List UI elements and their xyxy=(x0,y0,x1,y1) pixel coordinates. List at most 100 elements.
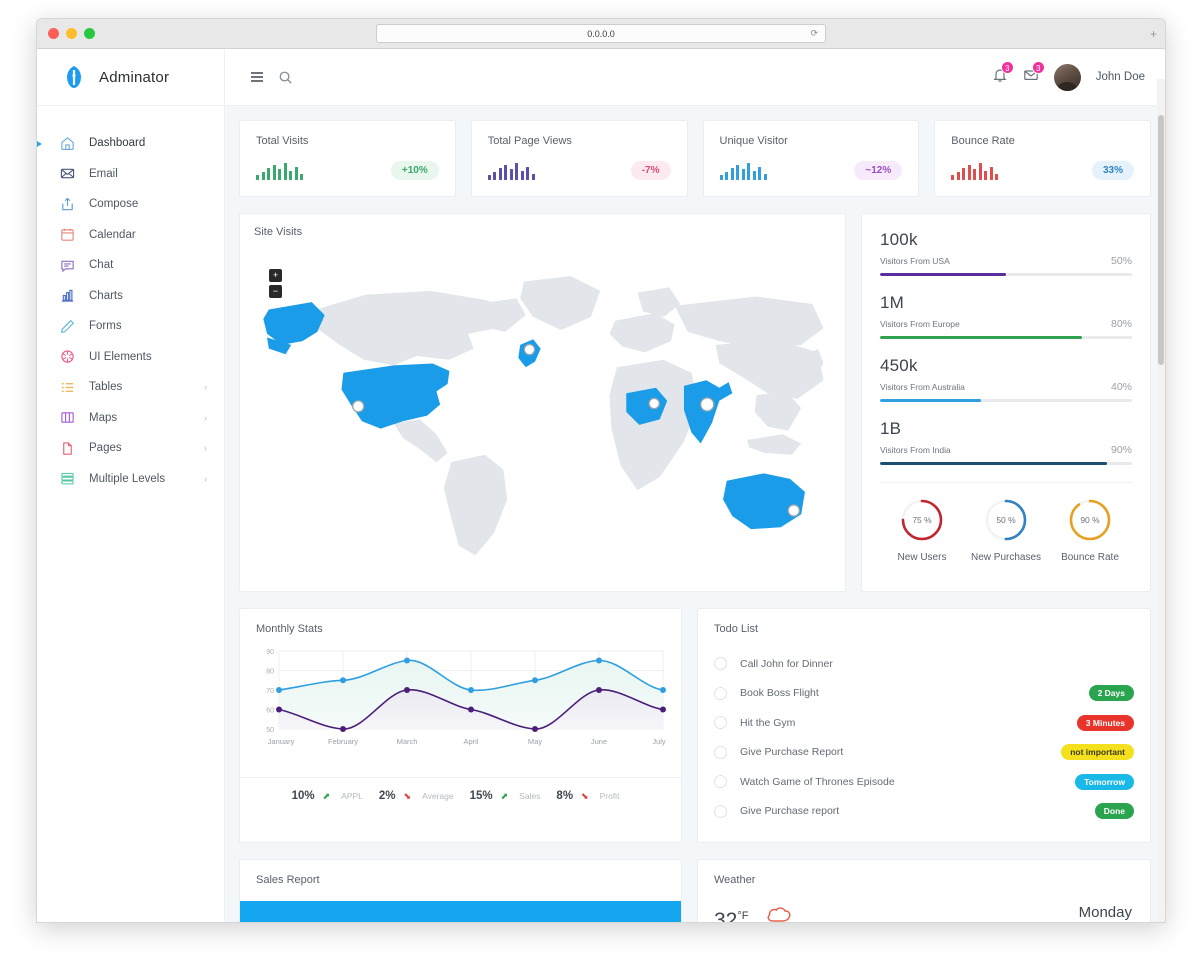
sidebar-item-multiple-levels[interactable]: Multiple Levels › xyxy=(37,464,224,495)
stat-card-pill: -7% xyxy=(630,161,671,180)
weather-card: Weather 32°F Monday xyxy=(697,859,1151,922)
close-window-button[interactable] xyxy=(48,28,59,39)
svg-text:June: June xyxy=(591,737,607,746)
sidebar-item-email[interactable]: Email xyxy=(37,159,224,190)
donut-charts-row: 75 % New Users 50 % New Purchases 90 % B… xyxy=(880,482,1132,563)
sidebar-item-maps[interactable]: Maps › xyxy=(37,403,224,434)
todo-checkbox[interactable] xyxy=(714,745,727,759)
list-item[interactable]: Give Purchase Report not important xyxy=(714,738,1134,768)
topbar: 3 3 John Doe xyxy=(225,49,1165,106)
todo-list-title: Todo List xyxy=(714,623,759,635)
chart-footer-label: Profit xyxy=(599,791,620,801)
donut-label: New Purchases xyxy=(970,552,1042,563)
pencil-icon xyxy=(59,318,75,334)
visitor-progress-fill xyxy=(880,273,1006,276)
list-item[interactable]: Watch Game of Thrones Episode Tomorrow xyxy=(714,767,1134,797)
svg-text:50: 50 xyxy=(266,727,274,734)
chevron-right-icon: › xyxy=(204,382,207,393)
home-icon xyxy=(59,135,75,151)
stat-card-unique-visitor: Unique Visitor ~12% xyxy=(702,120,920,197)
svg-text:January: January xyxy=(268,737,295,746)
todo-checkbox[interactable] xyxy=(714,686,727,700)
donut-label: New Users xyxy=(897,552,947,563)
monthly-stats-title: Monthly Stats xyxy=(256,623,323,635)
status-badge: 3 Minutes xyxy=(1076,714,1134,731)
map-zoom-in-button[interactable]: + xyxy=(269,269,282,282)
sidebar-item-label: Pages xyxy=(89,442,122,455)
sidebar-item-calendar[interactable]: Calendar xyxy=(37,220,224,251)
sidebar: Adminator Dashboard Email Compose Calend… xyxy=(37,49,225,922)
page-scrollbar-thumb[interactable] xyxy=(1158,115,1164,365)
world-map[interactable]: + − xyxy=(254,244,831,577)
sidebar-item-label: Email xyxy=(89,167,118,180)
site-visits-card: Site Visits + − xyxy=(239,213,846,592)
visitor-progress-fill xyxy=(880,462,1107,465)
todo-checkbox[interactable] xyxy=(714,716,727,730)
share-icon xyxy=(59,196,75,212)
window-traffic-lights[interactable] xyxy=(48,28,95,39)
chevron-right-icon: › xyxy=(204,412,207,423)
messages-button[interactable]: 3 xyxy=(1023,60,1045,88)
list-item[interactable]: Book Boss Flight 2 Days xyxy=(714,679,1134,709)
sidebar-item-forms[interactable]: Forms xyxy=(37,311,224,342)
todo-checkbox[interactable] xyxy=(714,657,727,671)
stat-card-bounce-rate: Bounce Rate 33% xyxy=(934,120,1151,197)
todo-checkbox[interactable] xyxy=(714,804,727,818)
visitor-progress-track xyxy=(880,336,1132,339)
sidebar-item-dashboard[interactable]: Dashboard xyxy=(37,128,224,159)
stat-card-title: Total Page Views xyxy=(487,135,572,147)
svg-text:60: 60 xyxy=(266,708,274,715)
sidebar-item-charts[interactable]: Charts xyxy=(37,281,224,312)
map-zoom-controls[interactable]: + − xyxy=(269,269,282,301)
notifications-button[interactable]: 3 xyxy=(992,60,1014,88)
visitor-progress-fill xyxy=(880,336,1082,339)
username-label: John Doe xyxy=(1095,71,1145,83)
stat-card-title: Total Visits xyxy=(256,135,309,147)
levels-icon xyxy=(59,471,75,487)
todo-checkbox[interactable] xyxy=(714,775,727,789)
monthly-stats-card: Monthly Stats 90 80 70 60 50 January Feb… xyxy=(239,608,682,843)
main-column: 3 3 John Doe Total Visits +10% Total Pag… xyxy=(225,49,1165,922)
map-zoom-out-button[interactable]: − xyxy=(269,285,282,298)
svg-text:February: February xyxy=(328,737,358,746)
new-tab-icon[interactable]: + xyxy=(1150,27,1157,41)
page-scrollbar-track[interactable] xyxy=(1157,79,1165,922)
sidebar-item-pages[interactable]: Pages › xyxy=(37,433,224,464)
sales-report-title: Sales Report xyxy=(256,874,320,886)
minimize-window-button[interactable] xyxy=(66,28,77,39)
visitor-percent: 40% xyxy=(1110,381,1132,393)
status-badge: Tomorrow xyxy=(1075,773,1134,790)
dashboard-content: Total Visits +10% Total Page Views -7% U… xyxy=(225,106,1165,922)
site-visits-row: Site Visits + − 100k Visitors From USA 5… xyxy=(239,213,1151,592)
list-item[interactable]: Give Purchase report Done xyxy=(714,797,1134,827)
chart-footer-label: Sales xyxy=(519,791,541,801)
sidebar-item-ui-elements[interactable]: UI Elements xyxy=(37,342,224,373)
svg-text:May: May xyxy=(528,737,542,746)
chart-footer-label: Average xyxy=(422,791,454,801)
arrow-up-icon: ⬈ xyxy=(322,790,331,801)
address-bar[interactable]: 0.0.0.0 ⟳ xyxy=(376,24,826,43)
search-icon[interactable] xyxy=(271,63,299,91)
adminator-logo-icon xyxy=(61,64,87,90)
visitor-value: 1B xyxy=(880,419,902,438)
sidebar-item-tables[interactable]: Tables › xyxy=(37,372,224,403)
sidebar-item-chat[interactable]: Chat xyxy=(37,250,224,281)
sparkline-chart xyxy=(719,162,767,180)
sales-report-banner: November 2017 Sales Report $6,000 xyxy=(240,901,681,922)
todo-text: Call John for Dinner xyxy=(740,657,833,670)
todo-text: Watch Game of Thrones Episode xyxy=(740,775,895,788)
donut-chart: 50 % xyxy=(983,497,1029,543)
visitor-progress-track xyxy=(880,462,1132,465)
maximize-window-button[interactable] xyxy=(84,28,95,39)
sidebar-item-label: Compose xyxy=(89,198,139,211)
avatar[interactable] xyxy=(1053,63,1081,91)
brand[interactable]: Adminator xyxy=(37,49,224,106)
stat-card-pill: ~12% xyxy=(854,161,903,180)
list-item[interactable]: Hit the Gym 3 Minutes xyxy=(714,708,1134,738)
list-item[interactable]: Call John for Dinner xyxy=(714,649,1134,679)
visitor-stat-europe: 1M Visitors From Europe 80% xyxy=(880,293,1132,339)
sidebar-item-compose[interactable]: Compose xyxy=(37,189,224,220)
visitor-stat-india: 1B Visitors From India 90% xyxy=(880,419,1132,465)
reload-icon[interactable]: ⟳ xyxy=(810,28,818,39)
hamburger-menu-icon[interactable] xyxy=(243,63,271,91)
